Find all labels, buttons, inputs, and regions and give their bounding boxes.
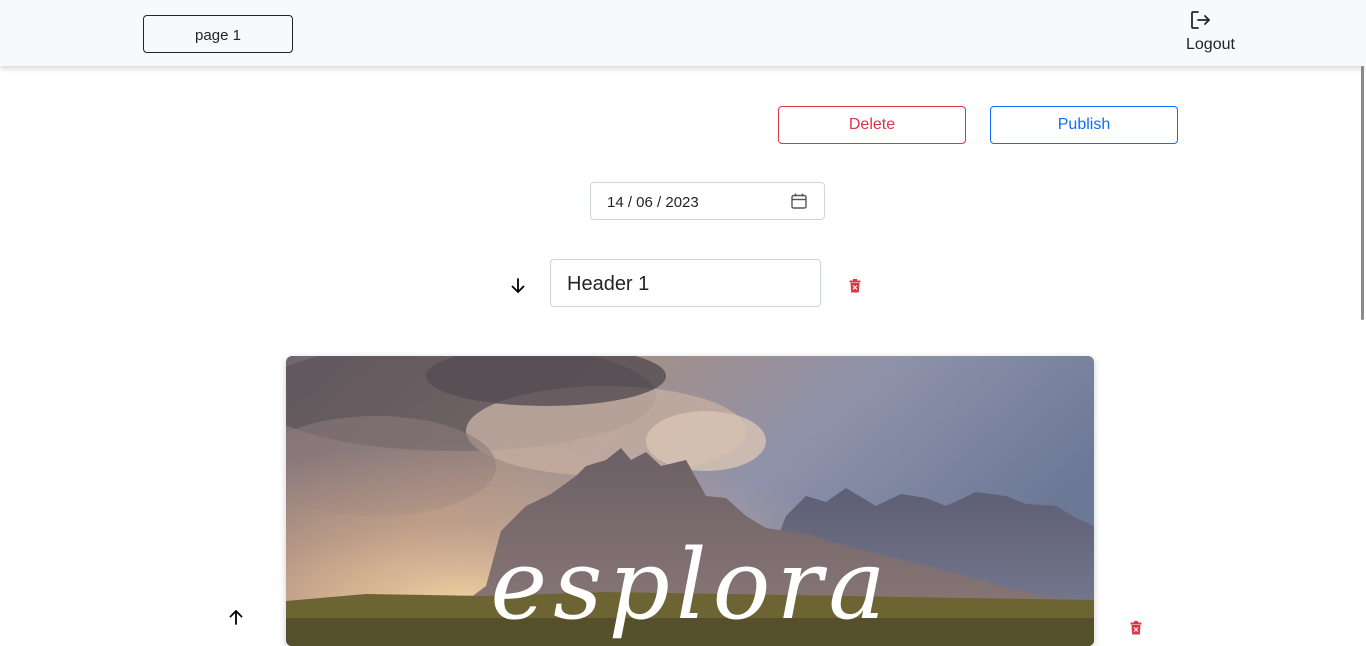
- delete-button-label: Delete: [848, 116, 896, 133]
- publish-button-label: Publish: [1057, 116, 1111, 133]
- arrow-down-icon[interactable]: [509, 277, 527, 295]
- header-value: Header 1: [567, 273, 650, 295]
- arrow-up-icon[interactable]: [227, 608, 245, 626]
- page-selector-label: page 1: [195, 26, 241, 44]
- logout-icon: [1191, 11, 1210, 29]
- calendar-icon[interactable]: [790, 192, 808, 210]
- image-overlay-text: esplora: [490, 529, 891, 641]
- header-input[interactable]: Header 1: [550, 259, 821, 307]
- trash-icon[interactable]: [849, 279, 861, 293]
- image-block[interactable]: esplora: [286, 356, 1094, 646]
- logout-button[interactable]: Logout: [1186, 8, 1242, 58]
- date-value: 14 / 06 / 2023: [607, 194, 699, 211]
- top-navbar: page 1 Logout: [0, 0, 1366, 66]
- logout-label: Logout: [1186, 36, 1235, 53]
- delete-button[interactable]: Delete: [778, 106, 966, 144]
- mountain-image: esplora: [286, 356, 1094, 646]
- publish-button[interactable]: Publish: [990, 106, 1178, 144]
- trash-icon[interactable]: [1130, 621, 1142, 635]
- date-input[interactable]: 14 / 06 / 2023: [590, 182, 825, 220]
- scrollbar-thumb[interactable]: [1361, 66, 1364, 320]
- page-selector-button[interactable]: page 1: [143, 15, 293, 53]
